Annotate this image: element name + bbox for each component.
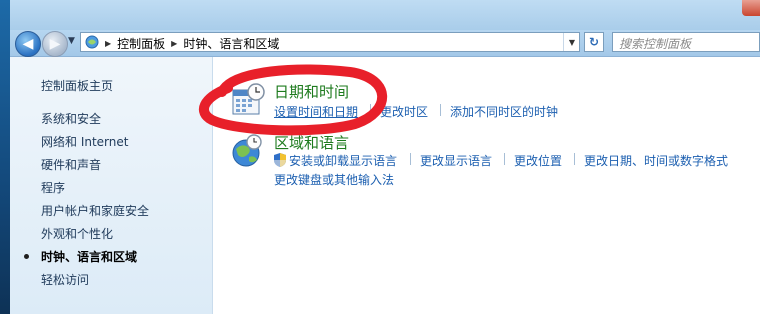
close-button[interactable] bbox=[742, 0, 760, 16]
search-input[interactable]: 搜索控制面板 bbox=[612, 32, 760, 52]
link-change-time-zone[interactable]: 更改时区 bbox=[380, 103, 428, 120]
address-bar[interactable]: ▶ 控制面板 ▶ 时钟、语言和区域 ▼ bbox=[80, 32, 580, 52]
sidebar-item-appearance[interactable]: 外观和个性化 bbox=[41, 225, 113, 242]
globe-clock-icon[interactable] bbox=[230, 133, 266, 169]
sidebar-item-programs[interactable]: 程序 bbox=[41, 179, 65, 196]
calendar-clock-icon[interactable] bbox=[230, 82, 266, 118]
control-panel-icon bbox=[85, 35, 99, 49]
link-separator bbox=[574, 153, 575, 165]
breadcrumb-clock-language-region[interactable]: 时钟、语言和区域 bbox=[183, 35, 279, 52]
link-set-time-date[interactable]: 设置时间和日期 bbox=[274, 103, 358, 120]
address-dropdown-icon[interactable]: ▼ bbox=[563, 33, 580, 51]
navigation-bar: ◀ ▶ ▼ ▶ 控制面板 ▶ 时钟、语言和区域 ▼ ↻ 搜索控制面板 bbox=[10, 30, 760, 57]
link-add-clocks[interactable]: 添加不同时区的时钟 bbox=[450, 103, 558, 120]
category-title-region-language[interactable]: 区域和语言 bbox=[274, 132, 349, 153]
breadcrumb-separator[interactable]: ▶ bbox=[105, 39, 111, 48]
sidebar-item-clock-language-region: 时钟、语言和区域 bbox=[41, 250, 138, 264]
back-arrow-icon[interactable]: ◀ bbox=[15, 31, 41, 57]
link-separator bbox=[370, 104, 371, 116]
category-title-date-time[interactable]: 日期和时间 bbox=[274, 81, 349, 102]
link-change-location[interactable]: 更改位置 bbox=[514, 152, 562, 169]
sidebar-item-user-accounts[interactable]: 用户帐户和家庭安全 bbox=[41, 202, 149, 219]
link-change-date-time-number-format[interactable]: 更改日期、时间或数字格式 bbox=[584, 152, 728, 169]
current-item-bullet bbox=[24, 254, 29, 259]
desktop-strip bbox=[0, 0, 10, 314]
refresh-icon[interactable]: ↻ bbox=[584, 32, 604, 52]
sidebar-item-network[interactable]: 网络和 Internet bbox=[41, 133, 128, 150]
forward-arrow-icon[interactable]: ▶ bbox=[42, 31, 68, 57]
search-placeholder: 搜索控制面板 bbox=[619, 37, 692, 51]
sidebar-item-hardware-sound[interactable]: 硬件和声音 bbox=[41, 156, 101, 173]
link-change-display-language[interactable]: 更改显示语言 bbox=[420, 152, 492, 169]
breadcrumb-control-panel[interactable]: 控制面板 bbox=[117, 35, 165, 52]
recent-pages-dropdown[interactable]: ▼ bbox=[68, 36, 75, 46]
window-titlebar bbox=[10, 0, 760, 30]
sidebar-item-system-security[interactable]: 系统和安全 bbox=[41, 110, 101, 127]
link-separator bbox=[504, 153, 505, 165]
link-separator bbox=[410, 153, 411, 165]
sidebar-item-ease-of-access[interactable]: 轻松访问 bbox=[41, 271, 89, 288]
uac-shield-icon bbox=[274, 153, 286, 167]
link-change-keyboard-input[interactable]: 更改键盘或其他输入法 bbox=[274, 171, 394, 188]
link-separator bbox=[440, 104, 441, 116]
sidebar-item-home[interactable]: 控制面板主页 bbox=[41, 77, 113, 94]
link-install-display-language[interactable]: 安装或卸载显示语言 bbox=[289, 152, 397, 169]
breadcrumb-separator[interactable]: ▶ bbox=[171, 39, 177, 48]
breadcrumb: ▶ 控制面板 ▶ 时钟、语言和区域 bbox=[105, 35, 279, 52]
sidebar: 控制面板主页 系统和安全 网络和 Internet 硬件和声音 程序 用户帐户和… bbox=[10, 57, 213, 314]
